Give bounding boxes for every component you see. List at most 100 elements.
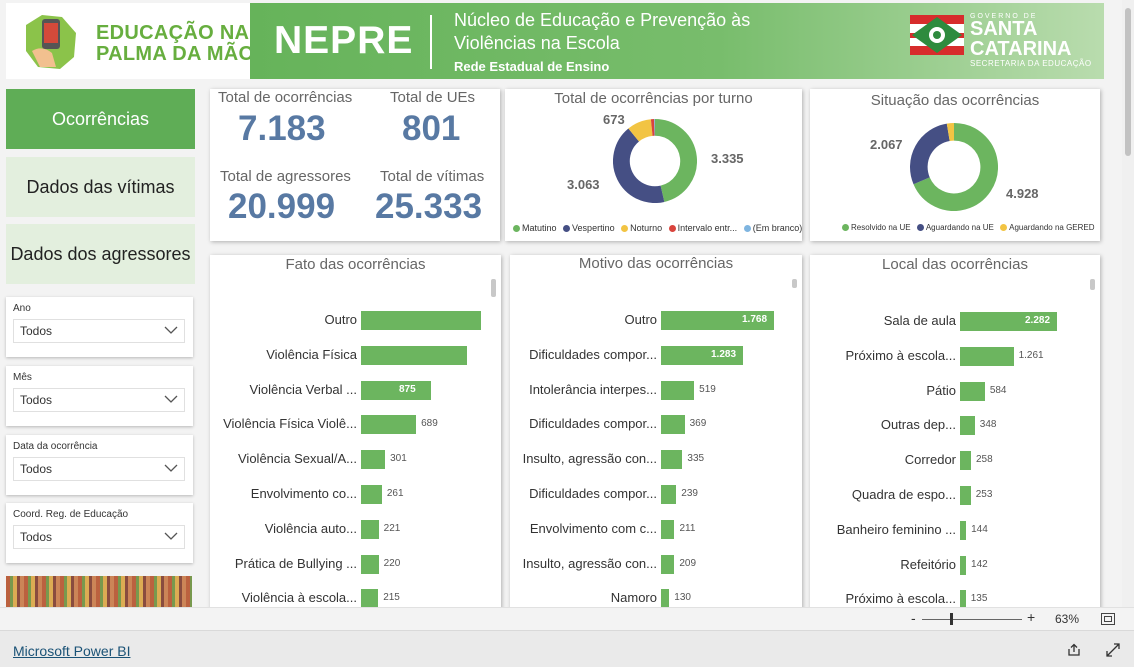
bar[interactable] [661,554,675,574]
situacao-chart-card[interactable]: Situação das ocorrências 4.928 2.067 Res… [810,89,1100,241]
bar[interactable] [361,554,379,574]
legend-item: Aguardando na GERED [1009,223,1095,232]
bar[interactable] [661,519,675,539]
bar-value-label: 348 [979,419,997,431]
legend-item: Resolvido na UE [851,223,911,232]
turno-label-noturno: 673 [603,112,625,127]
bar-value-label: 1.261 [1018,349,1044,361]
bar[interactable] [960,590,966,607]
zoom-bar: - + 63% [0,607,1134,630]
page-scrollbar-thumb[interactable] [1125,8,1131,156]
hand-phone-logo-icon [26,15,76,69]
bar[interactable] [960,451,971,471]
bar[interactable] [960,381,985,401]
brand-area: EDUCAÇÃO NA PALMA DA MÃO [6,3,256,79]
share-icon[interactable] [1067,643,1081,657]
kpi-ues-label: Total de UEs [390,89,476,106]
bar[interactable] [361,380,431,400]
donut-slice[interactable] [910,123,951,185]
brand-line-1: EDUCAÇÃO NA [96,22,250,44]
kpi-ocorrencias-value: 7.183 [238,109,326,148]
slicer-coord-dropdown[interactable]: Todos [13,525,185,549]
slicer-mes-dropdown[interactable]: Todos [13,388,185,412]
nav-dados-agressores-button[interactable]: Dados dos agressores [6,224,195,284]
zoom-out-button[interactable]: - [911,610,916,626]
bar-category-label: Insulto, agressão con... [522,555,657,571]
zoom-in-button[interactable]: + [1027,609,1035,625]
slicer-data-dropdown[interactable]: Todos [13,457,185,481]
bar-category-label: Corredor [904,452,956,468]
bar[interactable] [361,519,379,539]
fullscreen-icon[interactable] [1106,643,1120,657]
situacao-label-aguardando-ue: 2.067 [870,137,903,152]
legend-dot [842,224,849,232]
motivo-scrollbar[interactable] [792,279,797,288]
slicer-ano-label: Ano [13,303,31,314]
local-scrollbar[interactable] [1090,279,1095,290]
turno-chart-card[interactable]: Total de ocorrências por turno 3.335 3.0… [505,89,802,241]
bar[interactable] [960,346,1014,366]
bar[interactable] [960,486,971,505]
bar[interactable] [661,415,685,435]
legend-dot [563,225,571,233]
slicer-ano-dropdown[interactable]: Todos [13,319,185,343]
situacao-legend: Resolvido na UE Aguardando na UE Aguarda… [838,223,1095,232]
slicer-mes-value: Todos [20,393,53,407]
bar[interactable] [361,415,417,435]
bar[interactable] [661,589,670,607]
bar[interactable] [661,450,683,470]
zoom-slider-track[interactable] [922,619,1022,620]
slicer-coord-label: Coord. Reg. de Educação [13,509,129,520]
chevron-down-icon [164,464,178,472]
bar-value-label: 142 [971,558,988,570]
fit-to-page-icon[interactable] [1101,613,1115,625]
fato-scrollbar[interactable] [491,279,496,297]
kpi-agressores-value: 20.999 [228,187,336,226]
zoom-slider-handle[interactable] [950,613,953,625]
bar[interactable] [361,485,382,504]
donut-slice[interactable] [654,119,697,202]
bar-category-label: Quadra de espo... [851,487,956,502]
fato-chart-card[interactable]: Fato das ocorrências Outro Violência Físi… [210,255,501,607]
bar[interactable] [361,450,386,470]
bar[interactable] [960,555,967,575]
bar-value-label: 215 [383,592,400,604]
report-window: EDUCAÇÃO NA PALMA DA MÃO NEPRE Núcleo de… [0,0,1134,667]
bar-category-label: Sala de aula [883,313,956,328]
bar-category-label: Próximo à escola... [845,347,956,363]
bar-value-label: 209 [679,557,697,569]
motivo-chart-card[interactable]: Motivo das ocorrências Outro 1.768 Dificul… [510,255,802,607]
bar[interactable] [361,589,379,607]
bar-category-label: Violência Física [266,346,357,362]
bar-value-label: 220 [383,557,401,569]
bar[interactable] [661,380,695,400]
program-name: NEPRE [274,19,414,62]
bar[interactable] [361,311,481,330]
secretaria-label: SECRETARIA DA EDUCAÇÃO [970,59,1092,68]
bar-value-label: 261 [386,488,404,499]
bar[interactable] [960,416,975,436]
bar-category-label: Violência Verbal ... [249,381,357,397]
local-chart-card[interactable]: Local das ocorrências Sala de aula 2.282 P… [810,255,1100,607]
legend-item: Intervalo entr... [677,223,738,233]
donut-slice[interactable] [613,128,665,203]
turno-chart-title: Total de ocorrências por turno [554,90,753,107]
bar[interactable] [661,485,677,504]
page-scrollbar[interactable] [1122,0,1134,607]
bar-value-label: 875 [399,383,416,395]
bar[interactable] [361,345,468,365]
power-bi-link[interactable]: Microsoft Power BI [13,643,130,659]
nav-ocorrencias-button[interactable]: Ocorrências [6,89,195,149]
turno-donut [613,119,697,203]
nav-dados-vitimas-button[interactable]: Dados das vítimas [6,157,195,217]
bar-category-label: Intolerância interpes... [529,381,657,397]
kpi-ues-value: 801 [402,109,461,148]
bar-value-label: 221 [383,522,401,534]
bar-category-label: Dificuldades compor... [529,416,657,432]
bar-category-label: Outras dep... [880,417,956,433]
slicer-mes-label: Mês [13,372,32,383]
bar[interactable] [960,520,967,540]
crowd-image [6,576,192,607]
bar-value-label: 1.768 [742,314,768,325]
donut-slice[interactable] [628,119,654,142]
